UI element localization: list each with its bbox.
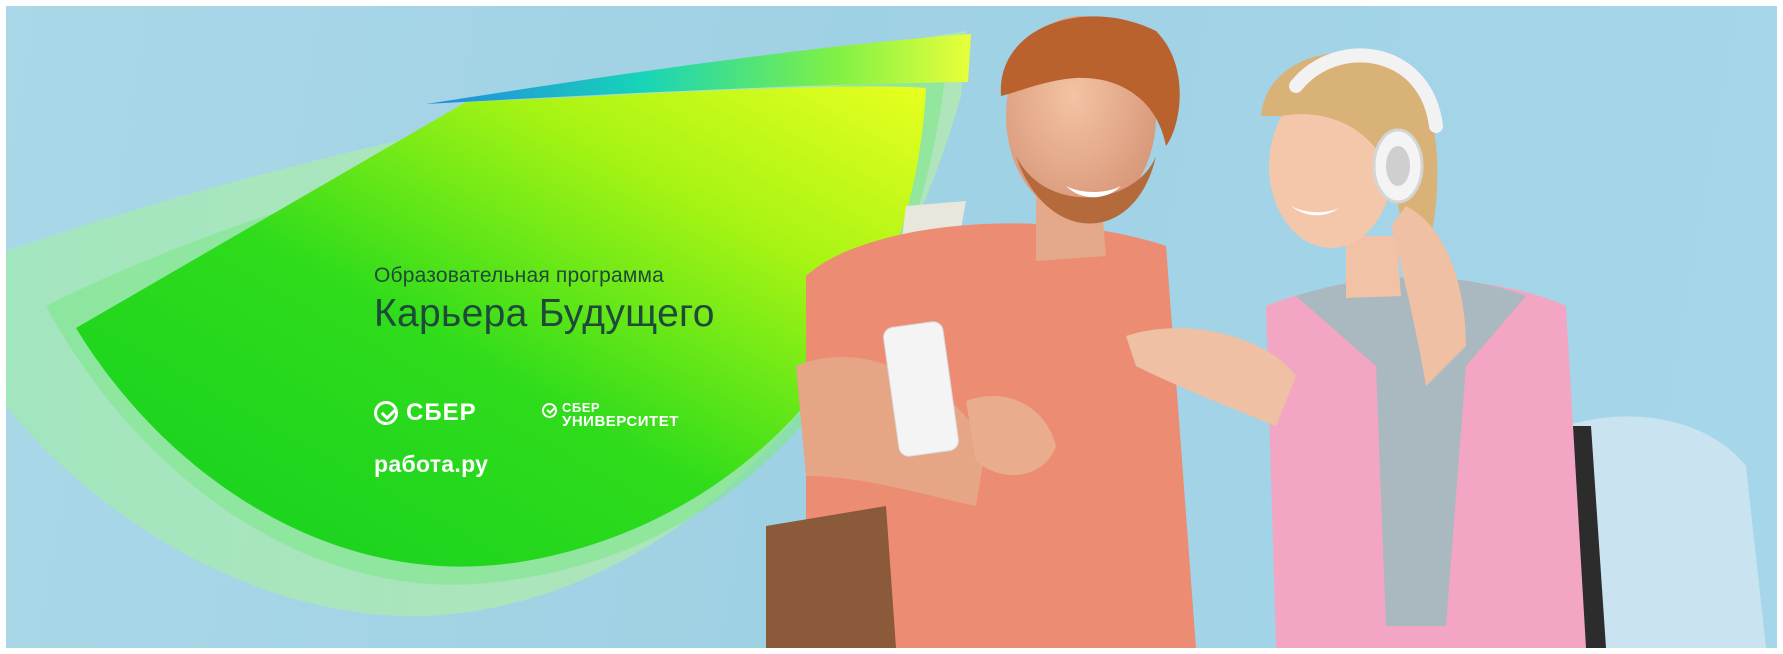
program-title: Карьера Будущего bbox=[374, 292, 715, 335]
sber-university-text: СБЕР УНИВЕРСИТЕТ bbox=[562, 401, 679, 430]
program-heading: Образовательная программа Карьера Будуще… bbox=[374, 264, 715, 336]
sber-logo-icon bbox=[374, 401, 398, 425]
sber-university-logo-icon bbox=[542, 403, 557, 418]
sber-logo: СБЕР bbox=[374, 399, 477, 427]
banner-artwork bbox=[6, 16, 1766, 648]
sber-logo-text: СБЕР bbox=[406, 399, 477, 426]
sber-university-line2: УНИВЕРСИТЕТ bbox=[562, 413, 679, 430]
rabota-ru-logo: работа.ру bbox=[374, 451, 489, 477]
program-subtitle: Образовательная программа bbox=[374, 264, 665, 287]
hero-banner: Образовательная программа Карьера Будуще… bbox=[6, 6, 1777, 648]
sber-university-logo: СБЕР УНИВЕРСИТЕТ bbox=[542, 401, 679, 429]
